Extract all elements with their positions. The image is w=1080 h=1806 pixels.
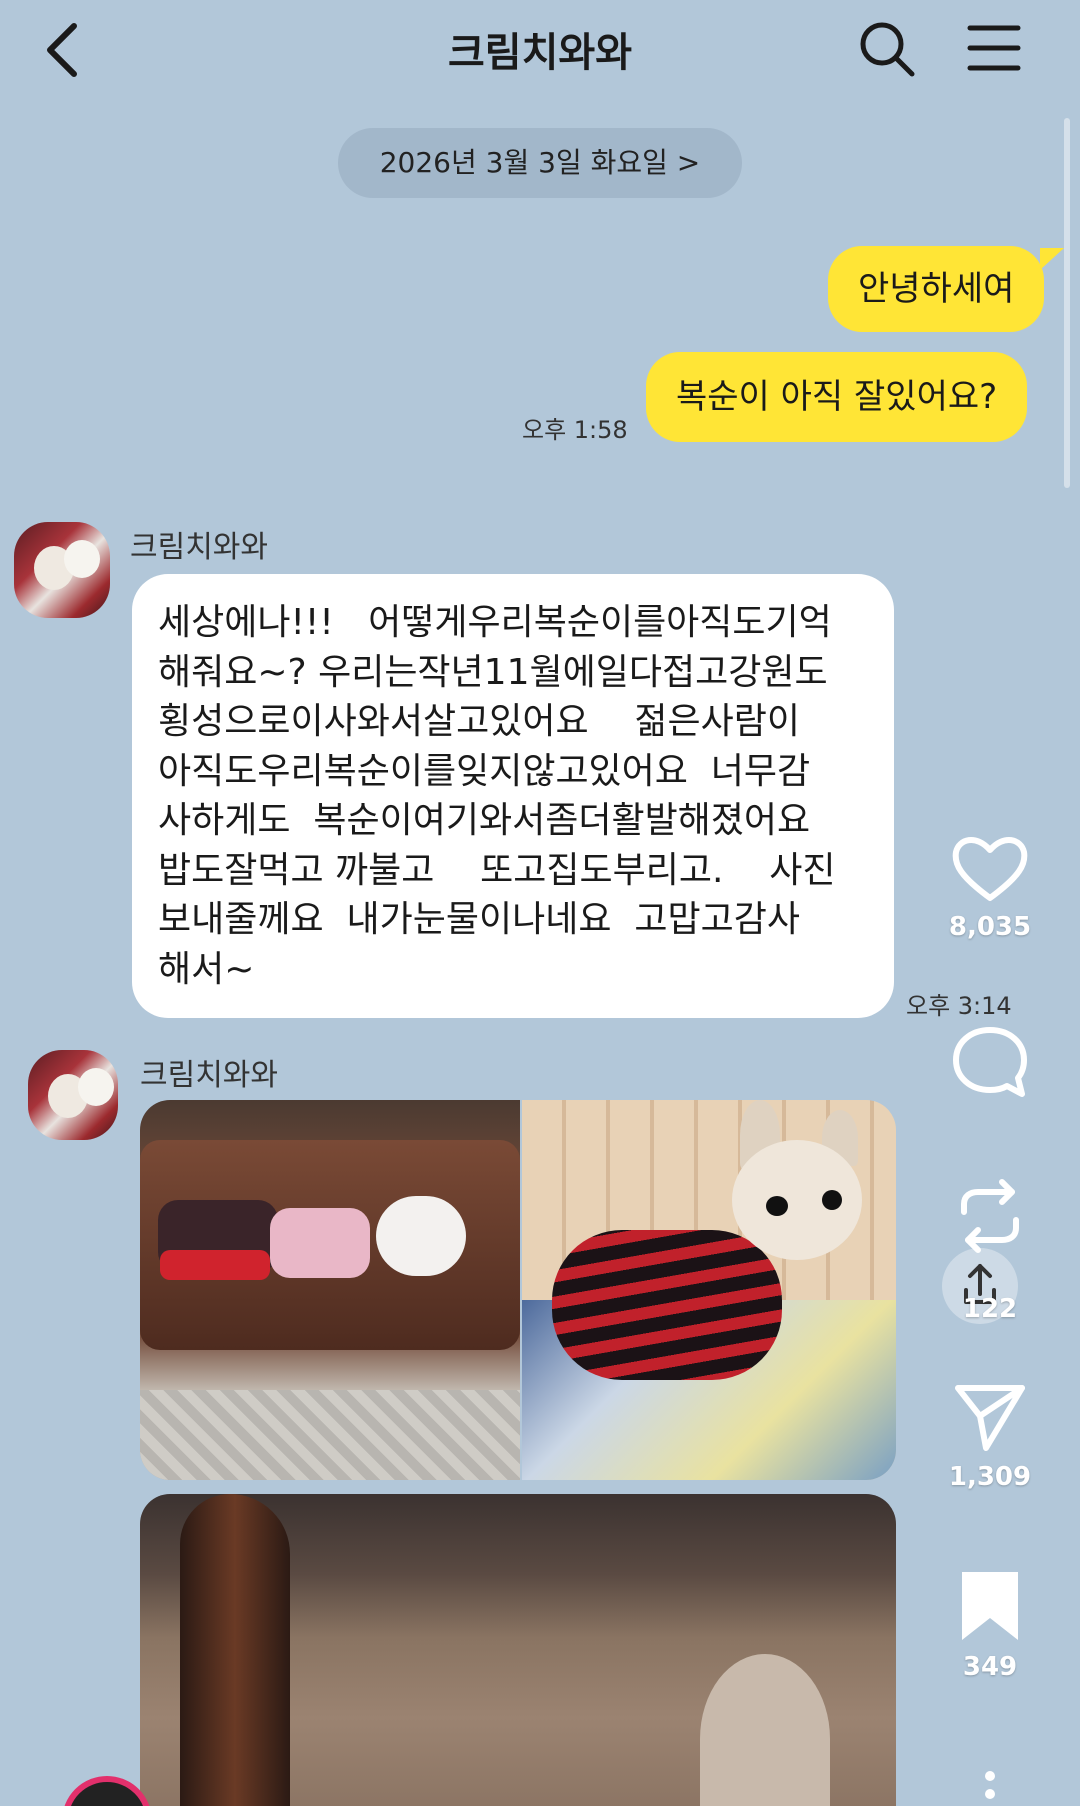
sender-name: 크림치와와 <box>130 530 268 565</box>
blanket-shape <box>160 1250 270 1280</box>
more-options-button[interactable] <box>940 1768 1040 1806</box>
repost-button[interactable] <box>940 1176 1040 1256</box>
avatar-dog-shape <box>78 1068 114 1106</box>
search-button[interactable] <box>858 20 916 78</box>
search-icon <box>860 22 915 77</box>
message-timestamp: 오후 3:14 <box>906 992 1012 1020</box>
repost-count: 122 <box>962 1294 1018 1324</box>
hamburger-menu-icon <box>967 25 1021 71</box>
floor-shape <box>140 1390 520 1480</box>
send-count: 1,309 <box>948 1462 1032 1492</box>
message-line: 아직도우리복순이를잊지않고있어요 너무감 <box>158 750 811 792</box>
avatar[interactable] <box>14 522 110 618</box>
dog-shape <box>376 1196 466 1276</box>
sweater-shape <box>552 1230 782 1380</box>
date-divider[interactable]: 2026년 3월 3일 화요일 > <box>338 128 742 198</box>
more-dots-icon <box>985 1771 995 1799</box>
dog-eye-shape <box>766 1196 788 1216</box>
like-count: 8,035 <box>948 912 1032 942</box>
photo-chihuahua-sweater[interactable] <box>522 1100 896 1480</box>
message-line: 해서~ <box>158 948 255 990</box>
heart-icon <box>952 837 1028 901</box>
message-line: 해줘요~? 우리는작년11월에일다접고강원도 <box>158 651 828 693</box>
furniture-post-shape <box>180 1494 290 1806</box>
chat-header: 크림치와와 <box>0 0 1080 100</box>
comment-button[interactable] <box>940 1024 1040 1100</box>
repost-icon <box>961 1179 1019 1253</box>
photo-dogs-on-sofa[interactable] <box>140 1100 520 1480</box>
message-line: 보내줄께요 내가눈물이나네요 고맙고감사 <box>158 899 800 940</box>
comment-bubble-icon <box>953 1027 1027 1097</box>
message-line: 횡성으로이사와서살고있어요 젊은사람이 <box>158 701 800 742</box>
save-count: 349 <box>962 1652 1018 1682</box>
message-line: 밥도잘먹고 까불고 또고집도부리고. 사진 <box>158 849 836 891</box>
message-timestamp: 오후 1:58 <box>522 416 628 444</box>
dog-shape <box>700 1654 830 1806</box>
their-message-bubble[interactable]: 세상에나!!! 어떻게우리복순이를아직도기억 해줘요~? 우리는작년11월에일다… <box>132 574 894 1018</box>
avatar-dog-shape <box>64 540 100 578</box>
photo-dog-floor[interactable] <box>140 1494 896 1806</box>
like-button[interactable]: 8,035 <box>940 832 1040 942</box>
dog-head-shape <box>732 1140 862 1260</box>
save-button[interactable]: 349 <box>940 1568 1040 1682</box>
dog-eye-shape <box>822 1190 842 1210</box>
my-message-bubble[interactable]: 복순이 아직 잘있어요? <box>646 352 1028 442</box>
menu-button[interactable] <box>966 22 1022 74</box>
paper-plane-icon <box>955 1385 1025 1451</box>
sender-name: 크림치와와 <box>140 1058 278 1093</box>
my-message-bubble[interactable]: 안녕하세여 <box>828 246 1045 332</box>
message-line: 세상에나!!! 어떻게우리복순이를아직도기억 <box>158 602 832 643</box>
send-button[interactable]: 1,309 <box>940 1378 1040 1492</box>
profile-avatar-ring[interactable] <box>62 1776 152 1806</box>
bubble-tail <box>1040 248 1064 270</box>
avatar[interactable] <box>28 1050 118 1140</box>
blanket-shape <box>270 1208 370 1278</box>
chat-title: 크림치와와 <box>448 30 632 76</box>
message-line: 사하게도 복순이여기와서좀더활발해졌어요 <box>158 800 811 841</box>
bookmark-icon <box>962 1572 1018 1640</box>
repost-count-wrap: 122 <box>940 1286 1040 1324</box>
scrollbar[interactable] <box>1064 118 1070 488</box>
